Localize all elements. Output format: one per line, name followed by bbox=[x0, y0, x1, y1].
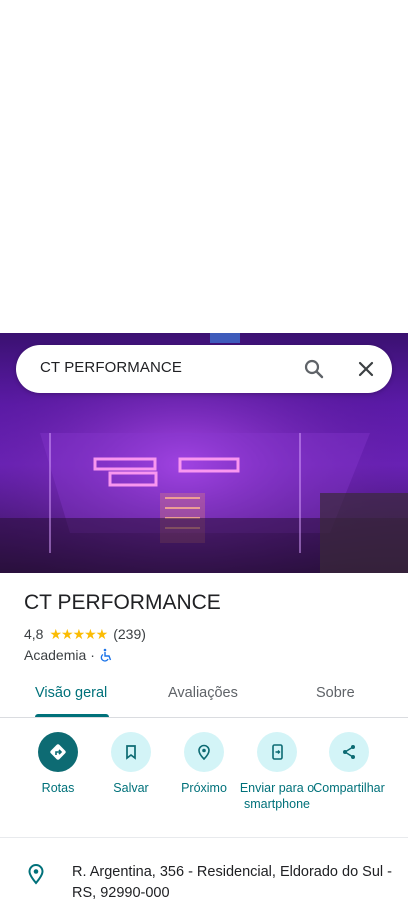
review-count[interactable]: (239) bbox=[113, 626, 146, 642]
send-to-phone-icon bbox=[257, 732, 297, 772]
map-blank-area bbox=[0, 0, 408, 333]
location-pin-icon bbox=[26, 863, 46, 885]
address-text: R. Argentina, 356 - Residencial, Eldorad… bbox=[72, 864, 392, 901]
search-bar[interactable]: CT PERFORMANCE bbox=[16, 345, 392, 393]
save-label: Salvar bbox=[113, 781, 149, 795]
share-icon bbox=[329, 732, 369, 772]
share-button[interactable]: Compartilhar bbox=[309, 732, 389, 796]
wheelchair-accessible-icon bbox=[99, 648, 113, 662]
send-to-phone-button[interactable]: Enviar para o smartphone bbox=[237, 732, 317, 812]
star-rating-icon: ★★★★★ bbox=[49, 625, 108, 642]
place-title: CT PERFORMANCE bbox=[24, 591, 221, 614]
close-icon[interactable] bbox=[354, 357, 378, 381]
tab-reviews[interactable]: Avaliações bbox=[168, 685, 238, 701]
tab-overview[interactable]: Visão geral bbox=[35, 685, 107, 701]
action-buttons: Rotas Salvar Próximo Enviar para o smart… bbox=[0, 732, 408, 838]
save-button[interactable]: Salvar bbox=[91, 732, 171, 796]
active-tab-indicator bbox=[35, 714, 109, 717]
place-category: Academia bbox=[24, 647, 87, 663]
send-to-phone-label: Enviar para o smartphone bbox=[239, 781, 315, 811]
share-label: Compartilhar bbox=[313, 781, 385, 795]
rating-row[interactable]: 4,8 ★★★★★ (239) bbox=[24, 625, 146, 643]
category-row: Academia · bbox=[24, 646, 113, 664]
tab-about[interactable]: Sobre bbox=[316, 685, 355, 701]
directions-icon bbox=[38, 732, 78, 772]
bookmark-icon bbox=[111, 732, 151, 772]
separator: · bbox=[90, 647, 95, 663]
place-tabs: Visão geral Avaliações Sobre bbox=[0, 672, 408, 718]
directions-button[interactable]: Rotas bbox=[18, 732, 98, 796]
address-row[interactable]: R. Argentina, 356 - Residencial, Eldorad… bbox=[0, 839, 408, 906]
nearby-button[interactable]: Próximo bbox=[164, 732, 244, 796]
nearby-label: Próximo bbox=[181, 781, 227, 795]
search-icon[interactable] bbox=[302, 357, 326, 381]
directions-label: Rotas bbox=[41, 781, 75, 795]
nearby-icon bbox=[184, 732, 224, 772]
rating-value: 4,8 bbox=[24, 626, 44, 642]
search-query[interactable]: CT PERFORMANCE bbox=[40, 359, 182, 376]
